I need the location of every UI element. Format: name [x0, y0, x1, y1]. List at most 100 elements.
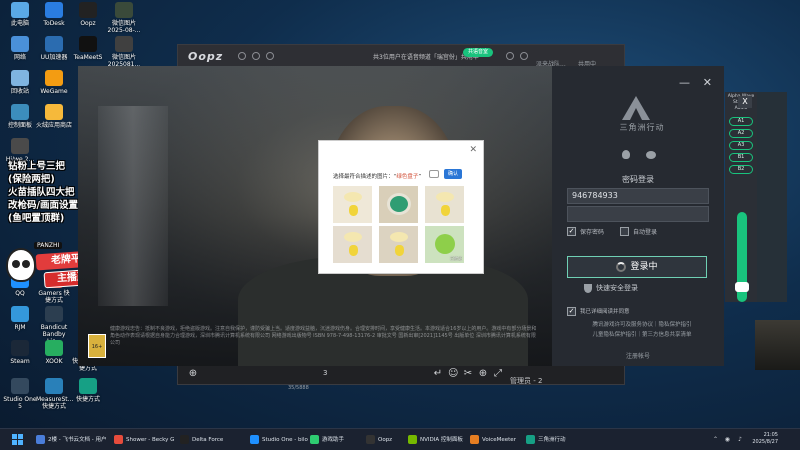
agree-checkbox[interactable]: ✓: [567, 307, 576, 316]
clock-date: 2025/8/27: [752, 439, 778, 445]
taskbar-item[interactable]: 游戏助手: [310, 433, 344, 447]
fullscreen-icon[interactable]: ⤢: [493, 369, 503, 379]
desktop-icon[interactable]: MeasureSt... 快捷方式: [36, 378, 73, 410]
desktop-icon[interactable]: 此电脑: [2, 2, 38, 27]
captcha-tile[interactable]: [425, 186, 464, 223]
desktop-icon[interactable]: UU加速器: [36, 36, 72, 61]
account-field[interactable]: 946784933: [567, 188, 709, 204]
volume-knob[interactable]: [735, 282, 749, 292]
app-icon: [45, 104, 63, 120]
taskbar-item-label: Delta Force: [192, 437, 224, 443]
voicemeeter-close-button[interactable]: X: [738, 96, 752, 108]
volume-icon[interactable]: ♪: [738, 436, 742, 443]
login-panel: — ✕ 三角洲行动 密码登录 946784933 ✓ 保存密码 自动登录 登录中…: [552, 66, 724, 366]
desktop-icon[interactable]: TeaMeetS: [70, 36, 106, 61]
safe-login-link[interactable]: 快速安全登录: [596, 283, 638, 293]
voice-room-badge[interactable]: 共语音室: [463, 48, 493, 57]
emoji-icon[interactable]: ☺: [448, 369, 458, 379]
channel-b2[interactable]: B2: [729, 165, 753, 174]
taskbar-item[interactable]: NVIDIA 控制面板: [408, 433, 463, 447]
windows-start-icon[interactable]: [12, 434, 23, 445]
desktop-icon[interactable]: 快捷方式: [70, 378, 106, 403]
channel-b1[interactable]: B1: [729, 153, 753, 162]
taskbar-app-icon: [408, 435, 417, 444]
desktop-icon[interactable]: 回收站: [2, 70, 38, 95]
settings-icon[interactable]: [266, 52, 274, 60]
game-logo-text: 三角洲行动: [619, 123, 665, 132]
minimize-icon[interactable]: —: [679, 76, 690, 89]
flower-shape: [344, 192, 362, 202]
add-icon[interactable]: ⊕: [478, 369, 488, 379]
taskbar-item-label: 游戏助手: [322, 437, 345, 443]
captcha-close-icon[interactable]: ✕: [469, 145, 477, 155]
channel-a1[interactable]: A1: [729, 117, 753, 126]
desktop-icon[interactable]: Studio One 5: [2, 378, 38, 410]
app-icon: [11, 340, 29, 356]
desktop-icon[interactable]: RJM: [2, 306, 38, 331]
scissors-icon[interactable]: ✂: [463, 369, 473, 379]
agreement-links[interactable]: 腾讯游戏许可及服务协议｜隐私保护指引: [567, 320, 717, 328]
wechat-icon[interactable]: [646, 151, 656, 159]
vase-shape: [349, 245, 358, 256]
desktop-icon-label: 此电脑: [10, 20, 29, 27]
desktop-icon[interactable]: 控制面板: [2, 104, 38, 129]
return-icon[interactable]: ↵: [433, 369, 443, 379]
register-account-link[interactable]: 注册帐号: [552, 351, 724, 360]
taskbar-item[interactable]: Delta Force: [180, 433, 223, 447]
taskbar-item[interactable]: VoiceMeeter: [470, 433, 516, 447]
volume-slider[interactable]: [735, 212, 749, 302]
captcha-prompt-text: 选择最符合描述的图片：: [333, 174, 394, 180]
add-circle-icon[interactable]: ⊕: [188, 369, 198, 379]
taskbar-item[interactable]: Shower - Becky G: [114, 433, 174, 447]
password-field[interactable]: [567, 206, 709, 222]
clock[interactable]: 21:05 2025/8/27: [752, 432, 778, 446]
desktop-icon[interactable]: 微信图片 2025-08-...: [106, 2, 142, 34]
desktop-icon[interactable]: XOOK: [36, 340, 72, 365]
taskbar-app-icon: [310, 435, 319, 444]
captcha-tile[interactable]: 已验证: [425, 226, 464, 263]
chat-input[interactable]: 3: [323, 369, 327, 377]
desktop-icon[interactable]: 网络: [2, 36, 38, 61]
captcha-confirm-button[interactable]: 确认: [444, 169, 462, 179]
qq-icon[interactable]: [622, 150, 630, 159]
channel-a3[interactable]: A3: [729, 141, 753, 150]
vase-shape: [441, 205, 450, 216]
captcha-tile[interactable]: [379, 186, 418, 223]
desktop-icon[interactable]: ToDesk: [36, 2, 72, 27]
app-icon: [45, 306, 63, 322]
taskbar-item-label: VoiceMeeter: [482, 437, 516, 443]
tray-chevron-icon[interactable]: ⌃: [713, 436, 718, 443]
auto-login-checkbox[interactable]: [620, 227, 629, 236]
taskbar-item[interactable]: Studio One - bilo: [250, 433, 308, 447]
app-icon: [11, 378, 29, 394]
captcha-tile[interactable]: [379, 226, 418, 263]
taskbar-item[interactable]: Oopz: [366, 433, 392, 447]
taskbar-item[interactable]: 2楼 - 飞书云文档 - 用户: [36, 433, 106, 447]
voice-side-panel: [757, 92, 787, 302]
delta-force-logo-icon: [622, 96, 650, 120]
taskbar-item[interactable]: 三角洲行动: [526, 433, 566, 447]
network-icon[interactable]: ◉: [725, 436, 730, 443]
share-icon[interactable]: [506, 52, 514, 60]
tile-label: 已验证: [450, 256, 462, 261]
login-button[interactable]: 登录中: [567, 256, 707, 278]
close-icon[interactable]: ✕: [703, 76, 712, 89]
user-icon[interactable]: [520, 52, 528, 60]
refresh-icon[interactable]: [429, 170, 439, 178]
desktop-icon[interactable]: Oopz: [70, 2, 106, 27]
headset-icon[interactable]: [252, 52, 260, 60]
remember-password-checkbox[interactable]: ✓: [567, 227, 576, 236]
flower-shape: [390, 232, 408, 242]
desktop-icon[interactable]: 火绒应用商店: [36, 104, 72, 129]
desktop-icon-label: 控制面板: [7, 122, 32, 129]
mic-icon[interactable]: [238, 52, 246, 60]
captcha-tile[interactable]: [333, 226, 372, 263]
channel-a2[interactable]: A2: [729, 129, 753, 138]
desktop-icon[interactable]: WeGame: [36, 70, 72, 95]
desktop-icon[interactable]: Steam: [2, 340, 38, 365]
captcha-tile[interactable]: [333, 186, 372, 223]
panda-mascot-icon: [6, 248, 36, 282]
desktop-icon[interactable]: 微信图片 2025081...: [106, 36, 142, 68]
agreement-links-2[interactable]: 儿童隐私保护指引｜第三方信息共享清单: [567, 330, 717, 338]
app-icon: [79, 378, 97, 394]
